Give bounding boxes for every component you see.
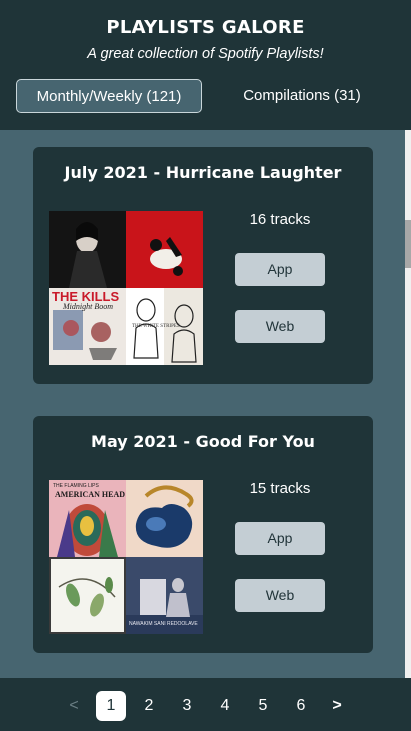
album-cover-image: NAWAKIM SANI REDOOLAVE — [126, 557, 203, 634]
open-in-web-button[interactable]: Web — [235, 310, 325, 343]
album-cover-text: THE WHITE STRIPES — [132, 324, 180, 329]
scrollbar-thumb[interactable] — [405, 220, 411, 268]
tab-monthly-weekly[interactable]: Monthly/Weekly (121) — [16, 79, 202, 113]
playlist-card: July 2021 - Hurricane Laughter THE KILLS… — [33, 147, 373, 384]
prev-page-button[interactable]: < — [59, 691, 89, 721]
album-cover-image — [126, 211, 203, 288]
page-6-button[interactable]: 6 — [286, 691, 316, 721]
playlist-title: July 2021 - Hurricane Laughter — [64, 163, 342, 182]
album-cover-text: NAWAKIM SANI REDOOLAVE — [129, 621, 198, 627]
scrollbar-track[interactable] — [405, 130, 411, 678]
page-2-button[interactable]: 2 — [134, 691, 164, 721]
album-cover-image: THE KILLS Midnight Boom — [49, 288, 126, 365]
page-3-button[interactable]: 3 — [172, 691, 202, 721]
album-cover-text: THE FLAMING LIPS — [53, 483, 99, 489]
pagination: < 1 2 3 4 5 6 > — [0, 678, 411, 731]
page-4-button[interactable]: 4 — [210, 691, 240, 721]
album-cover-text: Midnight Boom — [63, 302, 113, 311]
playlist-cover-collage: THE KILLS Midnight Boom THE WHITE STRIPE… — [49, 211, 203, 365]
app-header: PLAYLISTS GALORE A great collection of S… — [0, 0, 411, 130]
next-page-button[interactable]: > — [322, 691, 352, 721]
playlist-cover-collage: THE FLAMING LIPS AMERICAN HEAD NAWAKIM S… — [49, 480, 203, 634]
playlist-title: May 2021 - Good For You — [91, 432, 315, 451]
album-cover-image — [49, 211, 126, 288]
open-in-web-button[interactable]: Web — [235, 579, 325, 612]
playlist-list[interactable]: July 2021 - Hurricane Laughter THE KILLS… — [0, 130, 411, 678]
album-cover-image — [126, 480, 203, 557]
album-cover-image: THE WHITE STRIPES — [126, 288, 203, 365]
album-cover-image: THE FLAMING LIPS AMERICAN HEAD — [49, 480, 126, 557]
page-subtitle: A great collection of Spotify Playlists! — [87, 46, 324, 62]
page-1-button[interactable]: 1 — [96, 691, 126, 721]
page-title: PLAYLISTS GALORE — [106, 17, 305, 38]
album-cover-text: AMERICAN HEAD — [55, 490, 125, 499]
track-count: 15 tracks — [249, 480, 311, 497]
open-in-app-button[interactable]: App — [235, 522, 325, 555]
tab-compilations[interactable]: Compilations (31) — [222, 79, 382, 113]
album-cover-image — [49, 557, 126, 634]
playlist-card: May 2021 - Good For You THE FLAMING LIPS… — [33, 416, 373, 653]
track-count: 16 tracks — [249, 211, 311, 228]
page-5-button[interactable]: 5 — [248, 691, 278, 721]
open-in-app-button[interactable]: App — [235, 253, 325, 286]
